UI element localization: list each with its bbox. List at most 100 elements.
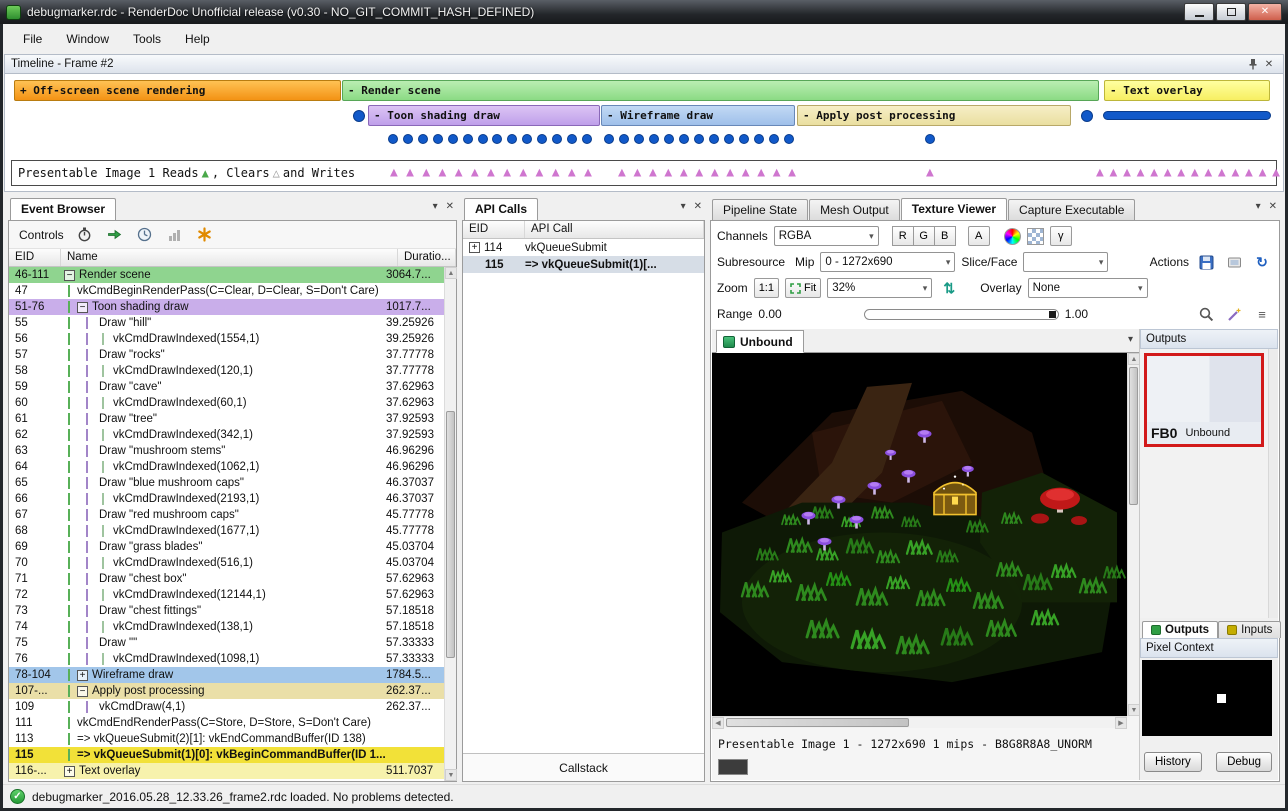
draw-event-dot[interactable] xyxy=(388,134,398,144)
write-marker-icon[interactable]: ▲ xyxy=(406,166,414,179)
event-row[interactable]: 51-76−Toon shading draw1017.7... xyxy=(9,299,444,315)
timeline-bar-text-overlay[interactable]: - Text overlay xyxy=(1104,80,1270,101)
scrollbar-thumb[interactable] xyxy=(446,411,455,658)
draw-event-dot[interactable] xyxy=(492,134,502,144)
api-call-row-selected[interactable]: 115 => vkQueueSubmit(1)[... xyxy=(463,256,704,273)
event-row[interactable]: 69Draw "grass blades"45.03704 xyxy=(9,539,444,555)
write-marker-icon[interactable]: ▲ xyxy=(1096,166,1104,179)
draw-event-dot[interactable] xyxy=(418,134,428,144)
event-row[interactable]: 63Draw "mushroom stems"46.96296 xyxy=(9,443,444,459)
event-row[interactable]: 59Draw "cave"37.62963 xyxy=(9,379,444,395)
column-name[interactable]: Name xyxy=(61,249,398,266)
zoom-range-icon[interactable] xyxy=(1195,304,1217,324)
event-row[interactable]: 115=> vkQueueSubmit(1)[0]: vkBeginComman… xyxy=(9,747,444,763)
event-browser-header[interactable]: EID Name Duratio... xyxy=(9,249,456,267)
expand-icon[interactable]: + xyxy=(64,766,75,777)
channel-b-button[interactable]: B xyxy=(934,226,956,246)
text-overlay-events-bar[interactable] xyxy=(1103,111,1271,120)
event-row[interactable]: 66vkCmdDrawIndexed(2193,1)46.37037 xyxy=(9,491,444,507)
draw-event-dot[interactable] xyxy=(769,134,779,144)
collapse-icon[interactable]: − xyxy=(64,270,75,281)
draw-event-dot[interactable] xyxy=(478,134,488,144)
timeline-bar-wireframe[interactable]: - Wireframe draw xyxy=(601,105,795,126)
timeline-bar-post-processing[interactable]: - Apply post processing xyxy=(797,105,1071,126)
event-row[interactable]: 46-111−Render scene3064.7... xyxy=(9,267,444,283)
outputs-scrollbar[interactable] xyxy=(1268,349,1278,618)
write-marker-icon[interactable]: ▲ xyxy=(439,166,447,179)
write-marker-icon[interactable]: ▲ xyxy=(536,166,544,179)
write-marker-icon[interactable]: ▲ xyxy=(664,166,672,179)
timeline-bar-toon-shading[interactable]: - Toon shading draw xyxy=(368,105,600,126)
event-row[interactable]: 73Draw "chest fittings"57.18518 xyxy=(9,603,444,619)
column-api-call[interactable]: API Call xyxy=(525,221,704,238)
timeline-bar-offscreen[interactable]: + Off-screen scene rendering xyxy=(14,80,341,101)
maximize-button[interactable] xyxy=(1216,3,1246,21)
range-slider-handle[interactable] xyxy=(1049,311,1056,318)
event-browser-scrollbar[interactable]: ▲ ▼ xyxy=(444,267,456,781)
draw-event-dot[interactable] xyxy=(709,134,719,144)
timeline-close-icon[interactable]: ✕ xyxy=(1261,57,1277,71)
write-marker-icon[interactable]: ▲ xyxy=(788,166,796,179)
range-slider[interactable] xyxy=(864,309,1059,320)
write-marker-icon[interactable]: ▲ xyxy=(1245,166,1253,179)
tab-inputs[interactable]: Inputs xyxy=(1218,621,1281,638)
write-marker-icon[interactable]: ▲ xyxy=(757,166,765,179)
write-marker-icon[interactable]: ▲ xyxy=(584,166,592,179)
draw-event-dot[interactable] xyxy=(463,134,473,144)
draw-event-dot[interactable] xyxy=(739,134,749,144)
flip-y-icon[interactable]: ⇅ xyxy=(938,278,960,298)
write-marker-icon[interactable]: ▲ xyxy=(1110,166,1118,179)
collapse-icon[interactable]: − xyxy=(77,686,88,697)
minimize-button[interactable] xyxy=(1184,3,1214,21)
event-row[interactable]: 58vkCmdDrawIndexed(120,1)37.77778 xyxy=(9,363,444,379)
event-row[interactable]: 67Draw "red mushroom caps"45.77778 xyxy=(9,507,444,523)
write-marker-icon[interactable]: ▲ xyxy=(1204,166,1212,179)
event-row[interactable]: 64vkCmdDrawIndexed(1062,1)46.96296 xyxy=(9,459,444,475)
write-marker-icon[interactable]: ▲ xyxy=(726,166,734,179)
event-row[interactable]: 56vkCmdDrawIndexed(1554,1)39.25926 xyxy=(9,331,444,347)
channels-dropdown[interactable]: RGBA ▾ xyxy=(774,226,879,246)
write-marker-icon[interactable]: ▲ xyxy=(503,166,511,179)
expand-icon[interactable]: + xyxy=(469,242,480,253)
write-marker-icon[interactable]: ▲ xyxy=(773,166,781,179)
write-marker-icon[interactable]: ▲ xyxy=(1218,166,1226,179)
texture-vscrollbar[interactable]: ▲ ▼ xyxy=(1127,353,1139,716)
draw-event-dot[interactable] xyxy=(679,134,689,144)
close-button[interactable]: ✕ xyxy=(1248,3,1282,21)
event-row[interactable]: 107-...−Apply post processing262.37... xyxy=(9,683,444,699)
menu-item-window[interactable]: Window xyxy=(54,28,121,50)
export-icon[interactable] xyxy=(1223,252,1245,272)
event-row[interactable]: 116-...+Text overlay511.7037 xyxy=(9,763,444,779)
draw-event-dot[interactable] xyxy=(507,134,517,144)
timeline-canvas[interactable]: + Off-screen scene rendering - Render sc… xyxy=(4,74,1284,192)
api-call-row[interactable]: +114 vkQueueSubmit xyxy=(463,239,704,256)
scroll-up-icon[interactable]: ▲ xyxy=(445,267,457,279)
write-marker-icon[interactable]: ▲ xyxy=(1150,166,1158,179)
range-menu-icon[interactable]: ≡ xyxy=(1251,304,1273,324)
scroll-right-icon[interactable]: ▶ xyxy=(1115,717,1127,729)
write-marker-icon[interactable]: ▲ xyxy=(742,166,750,179)
draw-event-dot[interactable] xyxy=(552,134,562,144)
write-marker-icon[interactable]: ▲ xyxy=(649,166,657,179)
event-row[interactable]: 47vkCmdBeginRenderPass(C=Clear, D=Clear,… xyxy=(9,283,444,299)
event-row[interactable]: 72vkCmdDrawIndexed(12144,1)57.62963 xyxy=(9,587,444,603)
refresh-icon[interactable]: ↻ xyxy=(1251,252,1273,272)
resource-usage-strip[interactable]: Presentable Image 1 Reads ▲ , Clears △ a… xyxy=(11,160,1277,186)
event-circle[interactable] xyxy=(1081,110,1093,122)
draw-event-dot[interactable] xyxy=(433,134,443,144)
tab-api-calls[interactable]: API Calls xyxy=(464,198,538,220)
column-eid[interactable]: EID xyxy=(463,221,525,238)
output-fb0-thumbnail[interactable]: FB0 Unbound xyxy=(1144,353,1264,447)
write-marker-icon[interactable]: ▲ xyxy=(695,166,703,179)
panel-menu-icon[interactable]: ▾ xyxy=(1256,201,1261,212)
overlay-dropdown[interactable]: None ▾ xyxy=(1028,278,1148,298)
write-marker-icon[interactable]: ▲ xyxy=(455,166,463,179)
timeline-bar-render-scene[interactable]: - Render scene xyxy=(342,80,1099,101)
menu-item-help[interactable]: Help xyxy=(173,28,222,50)
scrollbar-thumb[interactable] xyxy=(1129,367,1138,505)
sync-icon[interactable] xyxy=(136,226,154,244)
draw-event-dot[interactable] xyxy=(664,134,674,144)
event-row[interactable]: 65Draw "blue mushroom caps"46.37037 xyxy=(9,475,444,491)
zoom-dropdown[interactable]: 32% ▾ xyxy=(827,278,932,298)
event-row[interactable]: 78-104+Wireframe draw1784.5... xyxy=(9,667,444,683)
